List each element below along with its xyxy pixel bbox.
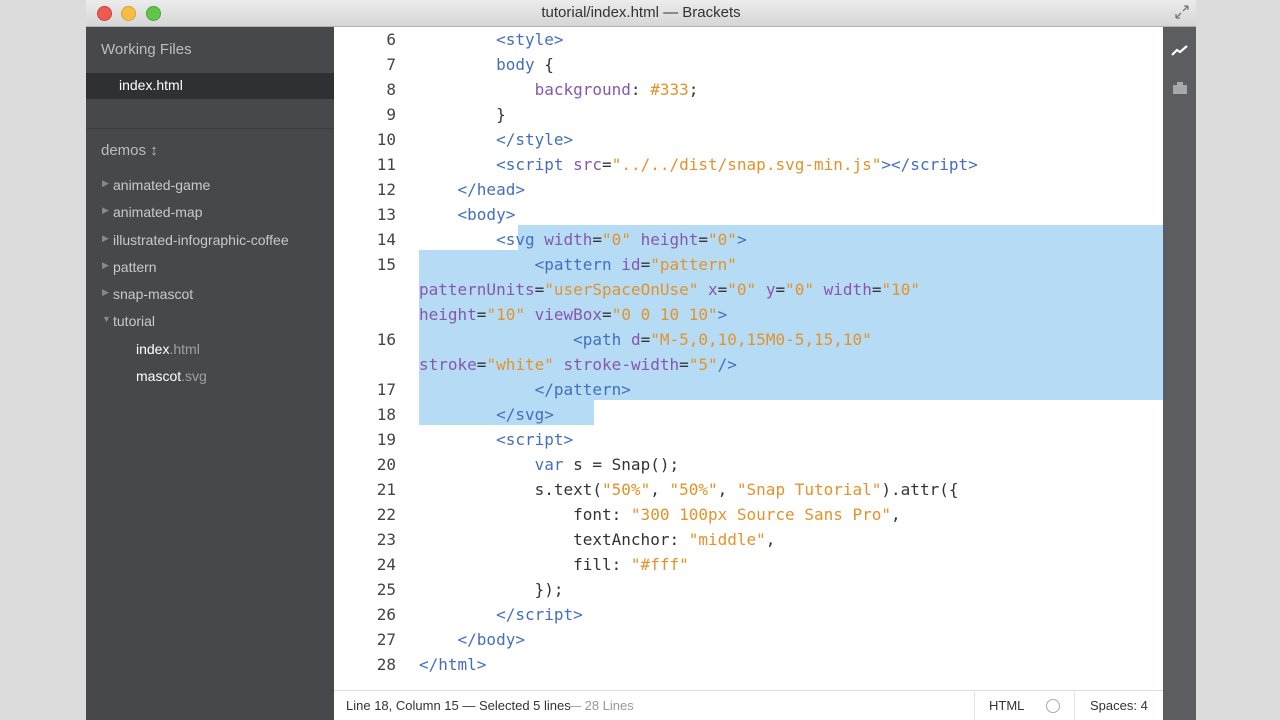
code-line: s.text("50%", "50%", "Snap Tutorial").at… [419, 480, 959, 499]
extension-manager-icon[interactable] [1171, 79, 1189, 97]
line-number: 9 [386, 105, 396, 124]
line-number: 19 [376, 430, 396, 449]
line-number: 21 [376, 480, 396, 499]
code-line: height="10" viewBox="0 0 10 10"> [419, 305, 728, 324]
file-tree: ▶ animated-game ▶ animated-map ▶ illustr… [86, 172, 334, 390]
brackets-window: tutorial/index.html — Brackets Working F… [86, 0, 1196, 720]
live-preview-icon[interactable] [1171, 42, 1189, 60]
tree-folder-animated-map[interactable]: ▶ animated-map [86, 199, 334, 226]
tree-folder-tutorial[interactable]: ▼ tutorial [86, 308, 334, 335]
code-line: </svg> [496, 405, 554, 424]
line-number: 28 [376, 655, 396, 674]
line-number: 8 [386, 80, 396, 99]
code-line: </body> [457, 630, 525, 649]
tree-file-index-html[interactable]: index.html [86, 336, 334, 363]
code-line: font: "300 100px Source Sans Pro", [419, 505, 901, 524]
code-line: </pattern> [534, 380, 631, 399]
code-line: textAnchor: "middle", [419, 530, 776, 549]
line-number: 6 [386, 30, 396, 49]
tree-file-mascot-svg[interactable]: mascot.svg [86, 363, 334, 390]
code-line: <body> [457, 205, 516, 224]
tree-folder-illustrated-infographic-coffee[interactable]: ▶ illustrated-infographic-coffee [86, 227, 334, 254]
line-number: 13 [376, 205, 396, 224]
line-number: 17 [376, 380, 396, 399]
status-divider [1074, 691, 1075, 720]
code-line: patternUnits="userSpaceOnUse" x="0" y="0… [419, 280, 920, 299]
code-line: var s = Snap(); [534, 455, 680, 474]
sidebar: Working Files index.html demos ↕ ▶ anima… [86, 27, 346, 720]
right-toolbar [1163, 27, 1196, 720]
line-number: 27 [376, 630, 396, 649]
line-number: 24 [376, 555, 396, 574]
line-number: 7 [386, 55, 396, 74]
code-line: <svg width="0" height="0"> [496, 230, 747, 249]
disclosure-triangle-icon[interactable]: ▶ [102, 233, 109, 244]
code-editor[interactable]: 6 7 8 9 10 11 12 13 14 15 16 17 18 19 20… [334, 27, 1163, 679]
disclosure-triangle-icon[interactable]: ▶ [102, 287, 109, 298]
code-line: <script src="../../dist/snap.svg-min.js"… [496, 155, 978, 174]
line-number: 25 [376, 580, 396, 599]
status-divider [974, 691, 975, 720]
code-line: background: #333; [534, 80, 699, 99]
code-line: </head> [457, 180, 525, 199]
code-line: </html> [419, 655, 487, 674]
line-count: — 28 Lines [568, 698, 634, 713]
disclosure-triangle-icon[interactable]: ▶ [102, 178, 109, 189]
code-line: <pattern id="pattern" [534, 255, 737, 274]
line-number: 18 [376, 405, 396, 424]
code-line: <style> [496, 30, 564, 49]
code-line: stroke="white" stroke-width="5"/> [419, 355, 737, 374]
linter-status-icon[interactable] [1046, 699, 1060, 713]
code-line: fill: "#fff" [419, 555, 689, 574]
cursor-position: Line 18, Column 15 — Selected 5 lines [346, 698, 571, 713]
disclosure-triangle-icon[interactable]: ▶ [102, 260, 109, 271]
sidebar-divider [86, 128, 334, 129]
working-files-header: Working Files [101, 41, 192, 58]
line-number: 23 [376, 530, 396, 549]
line-number: 12 [376, 180, 396, 199]
code-line: <script> [496, 430, 574, 449]
tree-folder-snap-mascot[interactable]: ▶ snap-mascot [86, 281, 334, 308]
line-number: 11 [376, 155, 396, 174]
line-number: 15 [376, 255, 396, 274]
line-number: 14 [376, 230, 396, 249]
code-line: </style> [496, 130, 574, 149]
line-number: 16 [376, 330, 396, 349]
project-dropdown[interactable]: demos ↕ [101, 142, 158, 159]
line-number: 26 [376, 605, 396, 624]
line-number: 22 [376, 505, 396, 524]
working-file-item[interactable]: index.html [86, 73, 334, 99]
disclosure-triangle-icon[interactable]: ▶ [102, 205, 109, 216]
code-line: body { [496, 55, 554, 74]
working-file-label: index.html [119, 77, 183, 93]
disclosure-triangle-open-icon[interactable]: ▼ [102, 314, 111, 324]
language-selector[interactable]: HTML [989, 698, 1024, 713]
status-bar: Line 18, Column 15 — Selected 5 lines — … [334, 690, 1163, 720]
fullscreen-icon[interactable] [1174, 4, 1190, 20]
tree-folder-animated-game[interactable]: ▶ animated-game [86, 172, 334, 199]
window-title: tutorial/index.html — Brackets [541, 4, 741, 21]
code-line: </script> [496, 605, 583, 624]
title-bar: tutorial/index.html — Brackets [86, 0, 1196, 27]
tree-folder-pattern[interactable]: ▶ pattern [86, 254, 334, 281]
code-line: <path d="M-5,0,10,15M0-5,15,10" [573, 330, 872, 349]
indent-setting[interactable]: Spaces: 4 [1090, 698, 1148, 713]
line-number: 20 [376, 455, 396, 474]
code-line: } [419, 105, 506, 124]
line-number: 10 [376, 130, 396, 149]
code-line: }); [419, 580, 564, 599]
